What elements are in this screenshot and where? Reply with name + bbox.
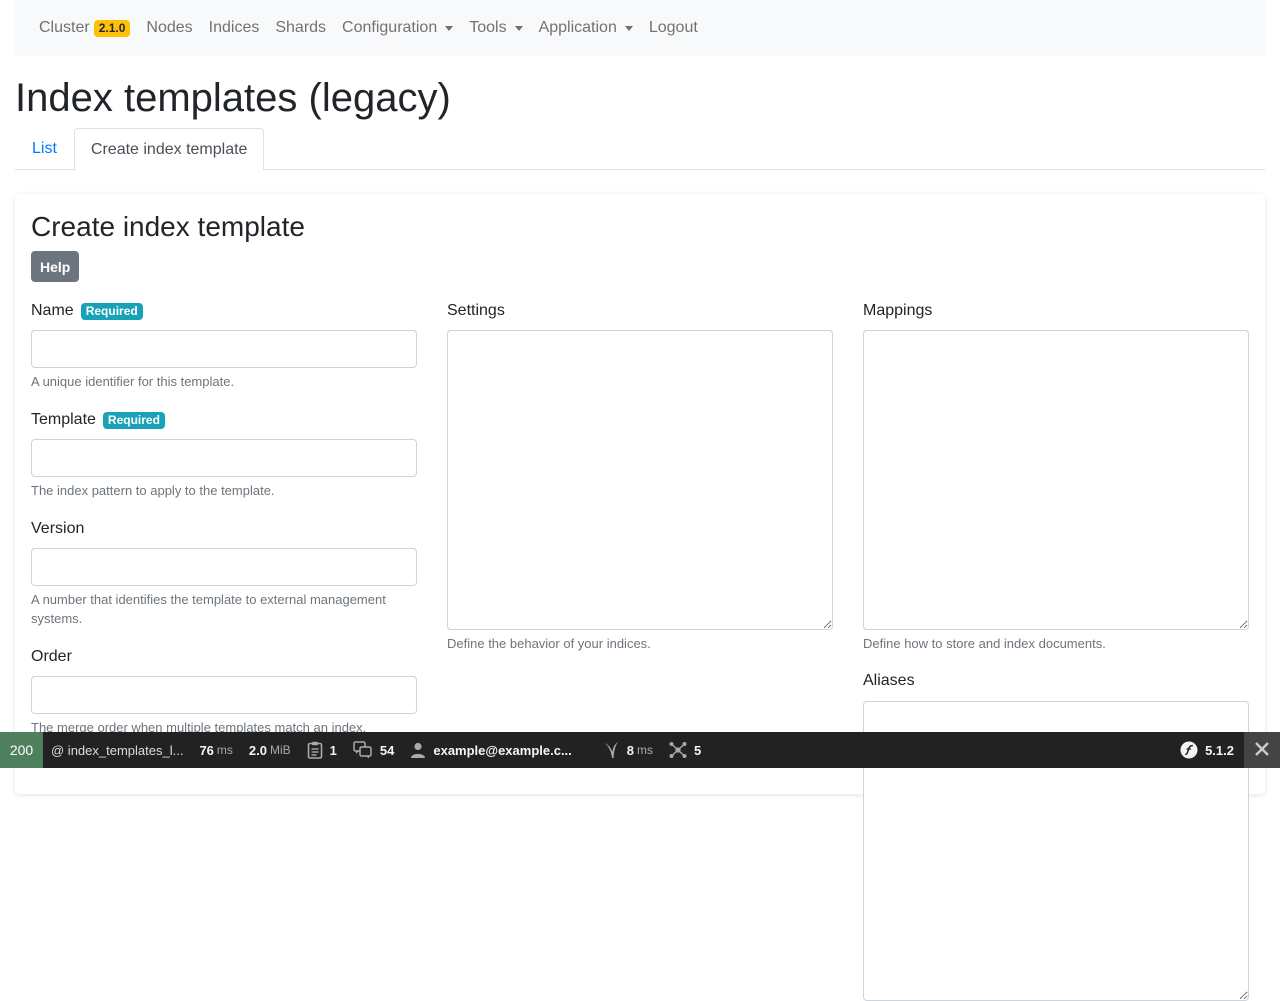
aliases-label-text: Aliases	[863, 672, 915, 689]
mappings-label-text: Mappings	[863, 302, 933, 319]
top-navbar: Cluster 2.1.0 Nodes Indices Shards Confi…	[15, 0, 1265, 56]
required-badge: Required	[102, 411, 165, 429]
order-label-text: Order	[31, 648, 72, 665]
symfony-item[interactable]: 5.1.2	[1172, 732, 1242, 768]
user-name: example@example.c...	[433, 742, 572, 758]
user-icon	[410, 742, 426, 758]
settings-label: Settings	[447, 301, 505, 321]
caret-down-icon	[624, 25, 633, 31]
status-code[interactable]: 200	[0, 732, 43, 768]
logs-count: 1	[329, 742, 337, 758]
user-item[interactable]: example@example.c...	[402, 732, 579, 768]
translations-item[interactable]: 54	[345, 732, 402, 768]
template-help: The index pattern to apply to the templa…	[31, 483, 275, 498]
create-template-card: Create index template Help Name Required…	[15, 194, 1265, 1001]
version-label: Version	[31, 519, 84, 539]
tabs: List Create index template	[15, 128, 1265, 171]
caret-down-icon	[445, 25, 454, 31]
debug-toolbar: 200 @ index_templates_l... 76 ms 2.0 MiB…	[0, 732, 1280, 768]
time-item[interactable]: 76 ms	[191, 732, 240, 768]
version-label-text: Version	[31, 520, 85, 537]
tab-create-index-template[interactable]: Create index template	[73, 128, 265, 171]
settings-help: Define the behavior of your indices.	[447, 636, 651, 651]
memory-item[interactable]: 2.0 MiB	[241, 732, 299, 768]
name-input[interactable]	[31, 330, 417, 368]
mappings-label: Mappings	[863, 301, 932, 321]
template-label-text: Template	[31, 411, 96, 428]
template-label: Template Required	[31, 410, 165, 430]
memory-unit: MiB	[269, 743, 291, 757]
nav-application-dropdown[interactable]: Application	[539, 19, 633, 37]
name-label: Name Required	[31, 301, 143, 321]
card-title: Create index template	[31, 211, 305, 242]
mappings-textarea[interactable]	[863, 330, 1249, 630]
nav-indices[interactable]: Indices	[209, 19, 260, 37]
nav-configuration-dropdown[interactable]: Configuration	[342, 19, 454, 37]
clipboard-icon	[307, 741, 323, 759]
cache-count: 5	[694, 742, 702, 758]
symfony-version: 5.1.2	[1205, 742, 1234, 758]
nav-cluster[interactable]: Cluster 2.1.0	[39, 19, 131, 37]
logs-item[interactable]: 1	[299, 732, 345, 768]
settings-label-text: Settings	[447, 302, 505, 319]
translation-icon	[353, 741, 373, 759]
order-label: Order	[31, 647, 72, 667]
nav-tools-dropdown[interactable]: Tools	[469, 19, 523, 37]
nav-shards[interactable]: Shards	[275, 19, 326, 37]
close-toolbar-button[interactable]	[1244, 732, 1280, 768]
name-label-text: Name	[31, 302, 74, 319]
memory-value: 2.0	[248, 742, 267, 758]
nav-configuration-label: Configuration	[342, 19, 438, 36]
help-button[interactable]: Help	[31, 251, 80, 282]
twig-item[interactable]: 8 ms	[596, 732, 661, 768]
route-name: @ index_templates_l...	[51, 742, 184, 758]
close-icon	[1254, 737, 1270, 763]
twig-value: 8	[626, 742, 635, 758]
order-input[interactable]	[31, 676, 417, 714]
time-unit: ms	[216, 743, 233, 757]
version-help: A number that identifies the template to…	[31, 592, 386, 626]
cluster-version-badge: 2.1.0	[93, 19, 131, 37]
twig-icon	[604, 741, 620, 759]
name-help: A unique identifier for this template.	[31, 374, 235, 389]
mappings-help: Define how to store and index documents.	[863, 636, 1106, 651]
nav-nodes[interactable]: Nodes	[146, 19, 192, 37]
template-input[interactable]	[31, 439, 417, 477]
settings-textarea[interactable]	[447, 330, 833, 630]
translations-count: 54	[379, 742, 395, 758]
symfony-logo-icon	[1180, 741, 1198, 759]
route-item[interactable]: @ index_templates_l...	[43, 732, 191, 768]
time-value: 76	[199, 742, 214, 758]
nav-logout[interactable]: Logout	[649, 19, 698, 37]
aliases-label: Aliases	[863, 671, 915, 691]
cache-item[interactable]: 5	[661, 732, 709, 768]
nav-cluster-label: Cluster	[39, 19, 90, 36]
twig-unit: ms	[637, 743, 654, 757]
page-title: Index templates (legacy)	[15, 76, 451, 120]
nav-application-label: Application	[538, 19, 617, 36]
caret-down-icon	[514, 25, 523, 31]
network-icon	[669, 741, 687, 759]
nav-tools-label: Tools	[469, 19, 507, 36]
tab-list[interactable]: List	[15, 128, 74, 170]
version-input[interactable]	[31, 548, 417, 586]
required-badge: Required	[80, 302, 143, 320]
